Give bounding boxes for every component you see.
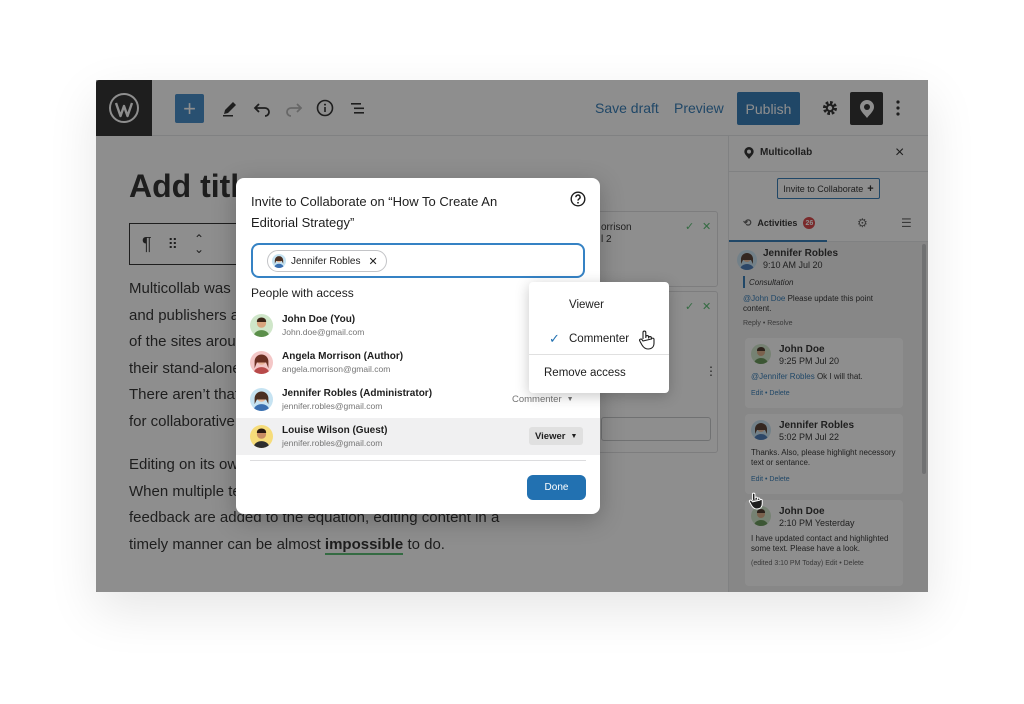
person-name: Louise Wilson (Guest) (282, 425, 388, 436)
role-label: Viewer (535, 430, 566, 442)
avatar (250, 351, 273, 374)
avatar (250, 425, 273, 448)
avatar (250, 388, 273, 411)
hand-pointer-icon (748, 492, 763, 510)
invite-people-input[interactable]: Jennifer Robles ✕ (251, 243, 585, 278)
menu-separator (529, 354, 669, 355)
menu-item-label: Commenter (569, 333, 630, 345)
person-email: jennifer.robles@gmail.com (282, 438, 383, 448)
chip-label: Jennifer Robles (291, 255, 361, 267)
avatar (250, 314, 273, 337)
help-icon[interactable] (570, 191, 586, 207)
modal-title: Invite to Collaborate on “How To Create … (251, 194, 498, 230)
person-email: John.doe@gmail.com (282, 327, 365, 337)
person-row[interactable]: Louise Wilson (Guest) jennifer.robles@gm… (236, 418, 600, 455)
person-email: jennifer.robles@gmail.com (282, 401, 383, 411)
invitee-chip[interactable]: Jennifer Robles ✕ (267, 250, 387, 272)
caret-down-icon: ▼ (566, 395, 574, 403)
person-name: Angela Morrison (Author) (282, 351, 404, 362)
chip-remove-icon[interactable]: ✕ (368, 255, 377, 268)
hand-pointer-icon (639, 330, 655, 350)
check-icon: ✓ (549, 331, 560, 346)
done-button[interactable]: Done (527, 475, 586, 500)
modal-divider (250, 460, 586, 461)
avatar (272, 254, 286, 268)
caret-down-icon: ▼ (570, 432, 578, 440)
person-name: Jennifer Robles (Administrator) (282, 388, 433, 399)
menu-item-viewer[interactable]: Viewer (529, 288, 669, 322)
screenshot-stage: + Save draft Preview Publish (0, 0, 1024, 704)
people-with-access-heading: People with access (251, 286, 354, 300)
role-label: Commenter (512, 393, 562, 405)
person-name: John Doe (You) (282, 314, 356, 325)
menu-item-remove-access[interactable]: Remove access (529, 356, 669, 390)
role-select-viewer[interactable]: Viewer ▼ (529, 427, 584, 445)
person-email: angela.morrison@gmail.com (282, 364, 391, 374)
